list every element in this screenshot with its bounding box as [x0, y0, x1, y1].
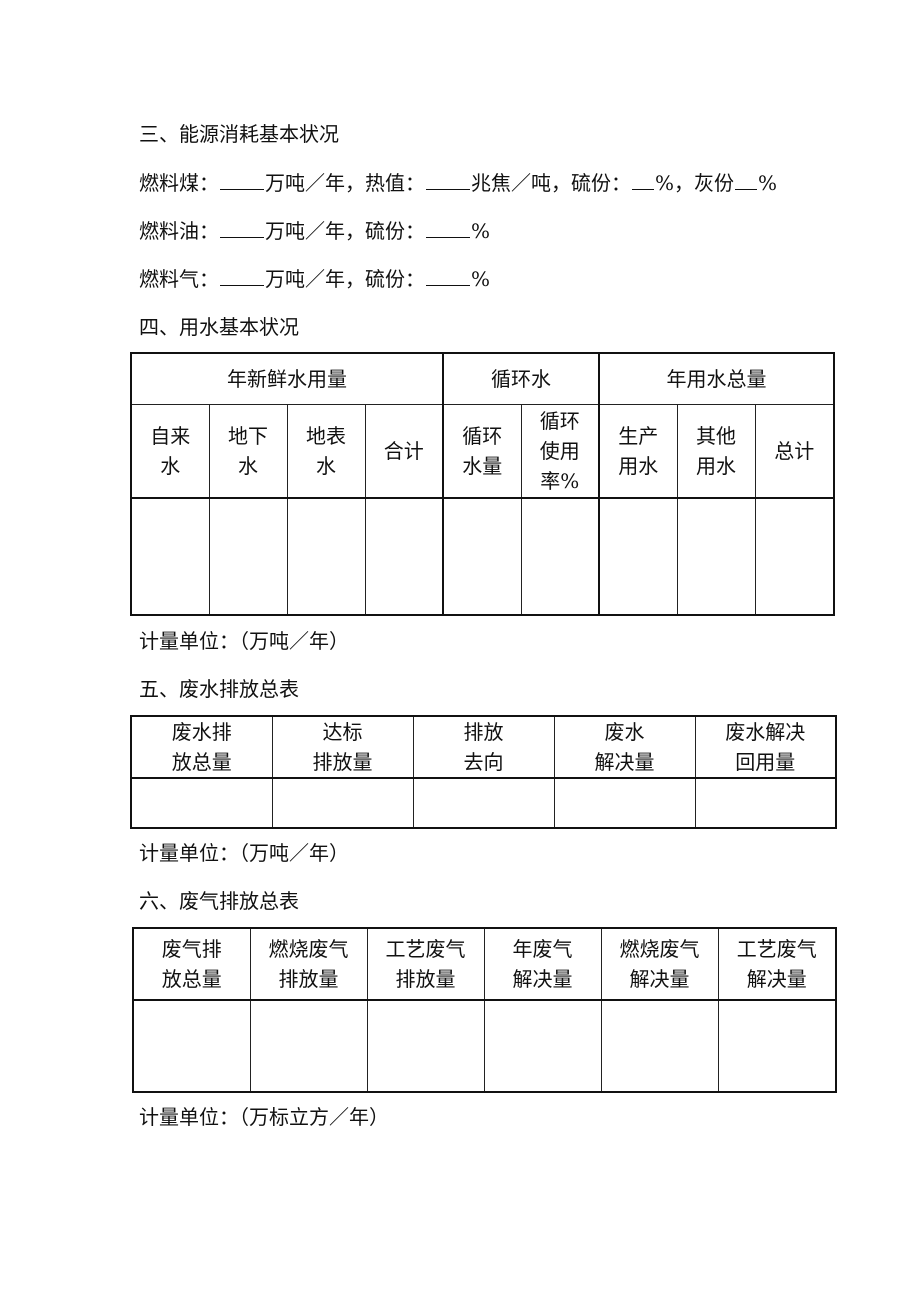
- col-header-process-emission: 工艺废气 排放量: [366, 927, 485, 1001]
- col-header-tap-water: 自来水: [130, 403, 210, 499]
- gas-amount-field[interactable]: [220, 267, 264, 286]
- exhaust-header-row: 废气排 放总量 燃烧废气 排放量 工艺废气 排放量 年废气 解决量 燃烧废气 解决量 工艺…: [132, 927, 837, 1001]
- coal-line: 燃料煤： 万吨／年，热值： 兆焦／吨，硫份： %，灰份%: [139, 170, 777, 196]
- coal-unit-1: 万吨／年，热值：: [265, 171, 425, 195]
- cell-fresh-subtotal[interactable]: [364, 497, 444, 616]
- section4-unit-note: 计量单位：（万吨／年）: [139, 629, 349, 653]
- coal-unit-4: %: [758, 171, 778, 195]
- col-header-circulating-rate: 循环 使用 率%: [520, 403, 600, 499]
- col-header-other-water: 其他 用水: [676, 403, 756, 499]
- water-data-row: [130, 497, 835, 616]
- section4-title: 四、用水基本状况: [139, 315, 299, 339]
- coal-sulfur-field[interactable]: [632, 171, 654, 190]
- col-header-compliant-discharge: 达标 排放量: [271, 715, 414, 779]
- coal-heat-value-field[interactable]: [426, 171, 470, 190]
- group-header-circulating-water: 循环水: [442, 352, 600, 405]
- col-header-exhaust-total: 废气排 放总量: [132, 927, 251, 1001]
- section3-title: 三、能源消耗基本状况: [139, 122, 339, 146]
- wastewater-header-row: 废水排 放总量 达标 排放量 排放 去向 废水 解决量 废水解决 回用量: [130, 715, 837, 779]
- oil-line: 燃料油： 万吨／年，硫份：%: [139, 218, 490, 244]
- cell-groundwater[interactable]: [208, 497, 288, 616]
- cell-process-emission[interactable]: [366, 999, 485, 1093]
- col-header-circulating-volume: 循环 水量: [442, 403, 522, 499]
- col-header-discharge-destination: 排放 去向: [412, 715, 555, 779]
- cell-production-water[interactable]: [598, 497, 678, 616]
- gas-unit-2: %: [471, 267, 491, 291]
- wastewater-data-row: [130, 777, 837, 829]
- cell-circulating-volume[interactable]: [442, 497, 522, 616]
- col-header-fresh-subtotal: 合计: [364, 403, 444, 499]
- cell-circulating-rate[interactable]: [520, 497, 600, 616]
- section6-title: 六、废气排放总表: [139, 889, 299, 913]
- col-header-groundwater: 地下水: [208, 403, 288, 499]
- col-header-process-treated: 工艺废气 解决量: [717, 927, 837, 1001]
- oil-sulfur-field[interactable]: [426, 219, 470, 238]
- water-group-header-row: 年新鲜水用量 循环水 年用水总量: [130, 352, 835, 405]
- cell-combustion-treated[interactable]: [600, 999, 719, 1093]
- cell-wastewater-reused[interactable]: [694, 777, 837, 829]
- col-header-wastewater-treated: 废水 解决量: [553, 715, 696, 779]
- water-column-header-row: 自来水 地下水 地表水 合计 循环 水量 循环 使用 率% 生产 用水 其他 用水 总计: [130, 403, 835, 499]
- col-header-grand-total: 总计: [754, 403, 835, 499]
- section5-unit-note: 计量单位：（万吨／年）: [139, 841, 349, 865]
- cell-exhaust-total[interactable]: [132, 999, 251, 1093]
- cell-discharge-destination[interactable]: [412, 777, 555, 829]
- coal-label: 燃料煤：: [139, 171, 219, 195]
- gas-unit-1: 万吨／年，硫份：: [265, 267, 425, 291]
- oil-unit-2: %: [471, 219, 491, 243]
- col-header-surface-water: 地表水: [286, 403, 366, 499]
- cell-process-treated[interactable]: [717, 999, 837, 1093]
- cell-grand-total[interactable]: [754, 497, 835, 616]
- col-header-annual-treated: 年废气 解决量: [483, 927, 602, 1001]
- gas-label: 燃料气：: [139, 267, 219, 291]
- group-header-total-water: 年用水总量: [598, 352, 835, 405]
- cell-tap-water[interactable]: [130, 497, 210, 616]
- coal-unit-3: %，灰份: [655, 171, 735, 195]
- oil-label: 燃料油：: [139, 219, 219, 243]
- exhaust-data-row: [132, 999, 837, 1093]
- cell-surface-water[interactable]: [286, 497, 366, 616]
- cell-combustion-emission[interactable]: [249, 999, 368, 1093]
- section6-unit-note: 计量单位：（万标立方／年）: [139, 1105, 389, 1129]
- wastewater-table: 废水排 放总量 达标 排放量 排放 去向 废水 解决量 废水解决 回用量: [130, 715, 837, 829]
- coal-ash-field[interactable]: [735, 171, 758, 190]
- group-header-fresh-water: 年新鲜水用量: [130, 352, 444, 405]
- gas-sulfur-field[interactable]: [426, 267, 470, 286]
- col-header-combustion-emission: 燃烧废气 排放量: [249, 927, 368, 1001]
- cell-annual-treated[interactable]: [483, 999, 602, 1093]
- gas-line: 燃料气： 万吨／年，硫份：%: [139, 266, 490, 292]
- water-usage-table: 年新鲜水用量 循环水 年用水总量 自来水 地下水 地表水 合计 循环 水量 循环使…: [130, 352, 835, 616]
- coal-amount-field[interactable]: [220, 171, 264, 190]
- section5-title: 五、废水排放总表: [139, 677, 299, 701]
- col-header-combustion-treated: 燃烧废气 解决量: [600, 927, 719, 1001]
- col-header-wastewater-reused: 废水解决 回用量: [694, 715, 837, 779]
- coal-unit-2: 兆焦／吨，硫份：: [471, 171, 631, 195]
- exhaust-gas-table: 废气排 放总量 燃烧废气 排放量 工艺废气 排放量 年废气 解决量 燃烧废气 解决量 工艺…: [132, 927, 837, 1093]
- cell-wastewater-treated[interactable]: [553, 777, 696, 829]
- cell-other-water[interactable]: [676, 497, 756, 616]
- oil-unit-1: 万吨／年，硫份：: [265, 219, 425, 243]
- col-header-production-water: 生产 用水: [598, 403, 678, 499]
- cell-wastewater-total[interactable]: [130, 777, 273, 829]
- cell-compliant-discharge[interactable]: [271, 777, 414, 829]
- col-header-wastewater-total: 废水排 放总量: [130, 715, 273, 779]
- oil-amount-field[interactable]: [220, 219, 264, 238]
